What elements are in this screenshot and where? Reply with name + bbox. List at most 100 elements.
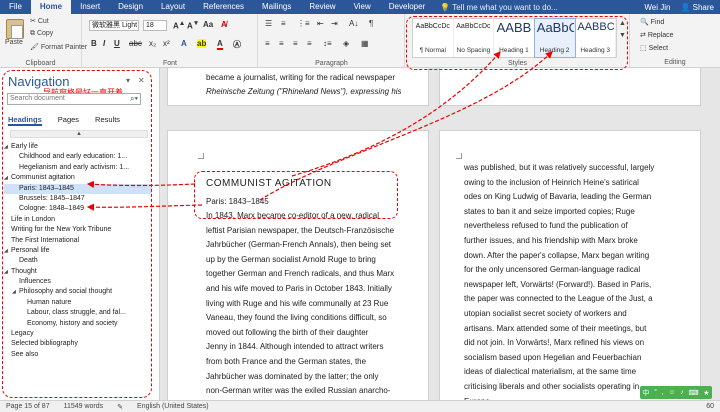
ime-button[interactable]: ⌨: [688, 389, 698, 397]
strikethrough-icon[interactable]: abc: [129, 39, 142, 48]
tab-references[interactable]: References: [194, 0, 253, 14]
expand-triangle-icon[interactable]: ◢: [4, 246, 11, 256]
close-icon[interactable]: ✕: [138, 76, 145, 85]
expand-triangle-icon[interactable]: ◢: [4, 173, 11, 183]
nav-heading-item[interactable]: ◢ Personal life: [4, 246, 152, 256]
nav-heading-item[interactable]: ◢ Thought: [4, 267, 152, 277]
select-button[interactable]: ⬚ Select: [640, 44, 668, 52]
expand-triangle-icon[interactable]: ◢: [12, 287, 19, 297]
user-name[interactable]: Wei Jin: [644, 3, 670, 12]
nav-heading-item[interactable]: Childhood and early education: 1...: [4, 152, 152, 162]
pane-options-icon[interactable]: ▾: [126, 76, 130, 85]
line-spacing-icon[interactable]: ↕≡: [323, 39, 332, 48]
tab-view[interactable]: View: [345, 0, 380, 14]
share-button[interactable]: 👤 Share: [680, 3, 714, 12]
search-input[interactable]: Search document ⌕▾: [7, 93, 141, 105]
align-right-icon[interactable]: ≡: [293, 39, 298, 48]
numbering-icon[interactable]: ≡: [281, 19, 286, 28]
paste-button[interactable]: Paste: [5, 39, 23, 46]
nav-heading-item[interactable]: Legacy: [4, 329, 152, 339]
tab-mailings[interactable]: Mailings: [253, 0, 300, 14]
cut-button[interactable]: ✂ Cut: [30, 17, 49, 25]
tab-design[interactable]: Design: [109, 0, 152, 14]
tab-layout[interactable]: Layout: [152, 0, 194, 14]
font-size-select[interactable]: 18: [143, 20, 167, 31]
nav-heading-item[interactable]: Paris: 1843–1845: [4, 183, 152, 194]
nav-heading-item[interactable]: ◢ Communist agitation: [4, 173, 152, 183]
nav-heading-item[interactable]: ◢ Early life: [4, 142, 152, 152]
ime-button[interactable]: ,: [662, 389, 664, 396]
tab-results[interactable]: Results: [95, 115, 120, 126]
tab-pages[interactable]: Pages: [58, 115, 79, 126]
decrease-indent-icon[interactable]: ⇤: [317, 19, 324, 28]
bold-icon[interactable]: B: [91, 39, 97, 48]
tab-developer[interactable]: Developer: [380, 0, 434, 14]
ime-button[interactable]: °: [654, 389, 657, 396]
sort-icon[interactable]: A↓: [349, 19, 358, 28]
replace-button[interactable]: ⇄ Replace: [640, 31, 674, 39]
increase-indent-icon[interactable]: ⇥: [331, 19, 338, 28]
subscript-icon[interactable]: x₂: [149, 39, 156, 48]
body-line: socialism based upon Hegelian and Feuerb…: [464, 352, 642, 362]
tell-me-box[interactable]: 💡 Tell me what you want to do...: [440, 3, 557, 12]
page-count[interactable]: Page 15 of 87: [6, 403, 50, 410]
tab-home[interactable]: Home: [30, 0, 72, 14]
document-area[interactable]: became a journalist, writing for the rad…: [161, 68, 720, 400]
ime-button[interactable]: ☺: [668, 389, 675, 396]
shrink-font-icon[interactable]: A▼: [187, 20, 199, 31]
find-button[interactable]: 🔍 Find: [640, 18, 664, 26]
shading-icon[interactable]: ◈: [343, 39, 349, 48]
nav-heading-item[interactable]: Life in London: [4, 215, 152, 225]
nav-heading-item[interactable]: Brussels: 1845–1847: [4, 194, 152, 204]
nav-heading-item[interactable]: Hegelianism and early activism: 1...: [4, 163, 152, 173]
tab-review[interactable]: Review: [300, 0, 344, 14]
ime-toolbar[interactable]: 中 °, ☺ ♪ ⌨ ★: [640, 386, 712, 399]
ime-button[interactable]: ★: [703, 389, 709, 397]
nav-heading-item[interactable]: The First International: [4, 236, 152, 246]
multilevel-list-icon[interactable]: ⋮≡: [297, 19, 310, 28]
nav-heading-item[interactable]: Death: [4, 256, 152, 266]
nav-heading-item[interactable]: Cologne: 1848–1849: [4, 204, 152, 214]
nav-heading-item[interactable]: Writing for the New York Tribune: [4, 225, 152, 235]
font-color-icon[interactable]: A: [217, 39, 223, 50]
italic-icon[interactable]: I: [103, 39, 105, 48]
copy-button[interactable]: ⧉ Copy: [30, 30, 53, 38]
format-painter-button[interactable]: 🖌 Format Painter: [30, 43, 87, 51]
align-left-icon[interactable]: ≡: [265, 39, 270, 48]
ime-button[interactable]: 中: [642, 388, 649, 398]
underline-icon[interactable]: U: [114, 39, 120, 48]
expand-triangle-icon[interactable]: ◢: [4, 142, 11, 152]
nav-heading-item[interactable]: Labour, class struggle, and fal...: [4, 308, 152, 318]
justify-icon[interactable]: ≡: [307, 39, 312, 48]
zoom-level[interactable]: 60: [706, 403, 720, 410]
highlight-icon[interactable]: ab: [197, 39, 207, 48]
nav-heading-item[interactable]: See also: [4, 350, 152, 360]
expand-triangle-icon[interactable]: ◢: [4, 267, 11, 277]
character-shading-icon[interactable]: Ⓐ: [233, 39, 241, 50]
nav-heading-item[interactable]: Selected bibliography: [4, 339, 152, 349]
scroll-up-icon[interactable]: ▲: [10, 130, 148, 138]
superscript-icon[interactable]: x²: [163, 39, 170, 48]
tab-file[interactable]: File: [0, 0, 31, 14]
language[interactable]: English (United States): [137, 403, 209, 410]
word-count[interactable]: 11549 words: [64, 403, 104, 410]
clear-formatting-icon[interactable]: A̸: [221, 20, 227, 29]
paste-icon[interactable]: [6, 19, 24, 39]
ime-button[interactable]: ♪: [680, 389, 684, 396]
grow-font-icon[interactable]: A▲: [173, 20, 185, 31]
nav-heading-item[interactable]: ◢ Philosophy and social thought: [4, 287, 152, 297]
text-effects-icon[interactable]: A: [181, 39, 187, 48]
bullets-icon[interactable]: ☰: [265, 19, 272, 28]
tab-headings[interactable]: Headings: [8, 115, 42, 126]
nav-heading-item[interactable]: Human nature: [4, 298, 152, 308]
search-icon[interactable]: ⌕▾: [130, 94, 138, 104]
show-marks-icon[interactable]: ¶: [369, 19, 373, 28]
nav-heading-item[interactable]: Economy, history and society: [4, 319, 152, 329]
nav-heading-item[interactable]: Influences: [4, 277, 152, 287]
font-name-select[interactable]: 微软雅黑 Light (H: [89, 20, 139, 31]
borders-icon[interactable]: ▦: [361, 39, 369, 48]
tab-insert[interactable]: Insert: [71, 0, 109, 14]
change-case-icon[interactable]: Aa: [203, 20, 213, 29]
align-center-icon[interactable]: ≡: [279, 39, 284, 48]
proofing-icon[interactable]: ✎: [117, 403, 123, 411]
